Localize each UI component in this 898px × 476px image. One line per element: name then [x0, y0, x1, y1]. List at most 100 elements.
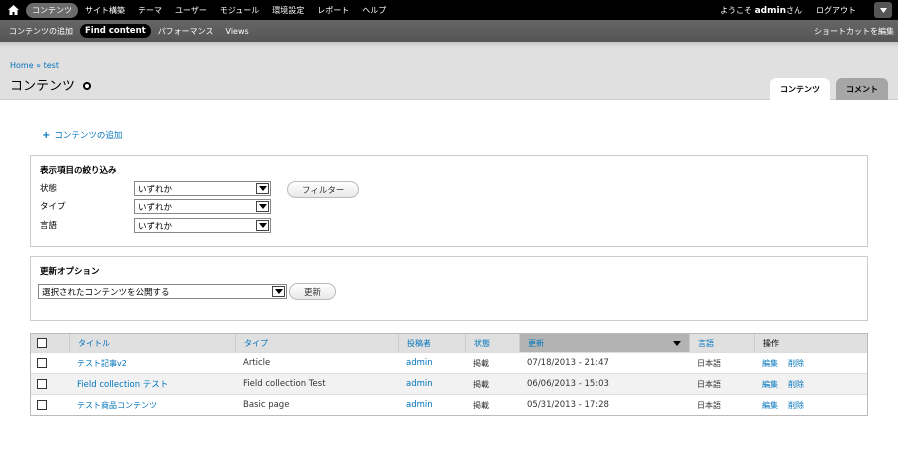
row-delete-link[interactable]: 削除	[788, 400, 804, 411]
update-options-fieldset: 更新オプション 選択されたコンテンツを公開する 更新	[30, 256, 868, 321]
language-label: 言語	[40, 221, 58, 231]
shortcuts-bar: コンテンツの追加 Find content パフォーマンス Views ショート…	[0, 20, 898, 42]
table-row: テスト記事v2 Article admin 掲載 07/18/2013 - 21…	[31, 352, 867, 373]
breadcrumb-home[interactable]: Home	[10, 61, 34, 70]
status-select[interactable]: いずれか	[134, 181, 271, 196]
page-title: コンテンツ	[10, 75, 92, 94]
row-author-link[interactable]: admin	[398, 395, 433, 415]
tab-comments[interactable]: コメント	[836, 78, 888, 100]
home-icon[interactable]	[6, 3, 20, 17]
row-type: Article	[243, 358, 271, 368]
status-select-value: いずれか	[138, 184, 173, 195]
sort-desc-icon	[673, 341, 681, 346]
toolbar-item-appearance[interactable]: テーマ	[132, 3, 168, 18]
row-updated: 07/18/2013 - 21:47	[527, 358, 609, 368]
update-button[interactable]: 更新	[289, 283, 337, 300]
type-select[interactable]: いずれか	[134, 199, 271, 214]
update-action-select[interactable]: 選択されたコンテンツを公開する	[38, 284, 287, 299]
logout-link[interactable]: ログアウト	[816, 5, 856, 16]
row-title-link[interactable]: Field collection テスト	[69, 374, 168, 394]
admin-toolbar: コンテンツ サイト構築 テーマ ユーザー モジュール 環境設定 レポート ヘルプ…	[0, 0, 898, 20]
row-delete-link[interactable]: 削除	[788, 379, 804, 390]
row-operations: 編集 削除	[754, 395, 804, 415]
toolbar-item-config[interactable]: 環境設定	[266, 3, 310, 18]
row-author-link[interactable]: admin	[398, 374, 433, 394]
row-checkbox[interactable]	[37, 379, 47, 389]
toolbar-item-reports[interactable]: レポート	[311, 3, 355, 18]
select-all-checkbox[interactable]	[37, 338, 47, 348]
toolbar-item-content[interactable]: コンテンツ	[26, 2, 78, 18]
row-language: 日本語	[697, 379, 721, 389]
update-action-value: 選択されたコンテンツを公開する	[42, 287, 170, 298]
col-title[interactable]: タイトル	[69, 334, 235, 352]
row-edit-link[interactable]: 編集	[762, 379, 778, 390]
row-language: 日本語	[697, 400, 721, 410]
row-operations: 編集 削除	[754, 353, 804, 373]
welcome-text: ようこそ adminさん	[720, 5, 802, 16]
row-type: Basic page	[243, 400, 290, 410]
row-checkbox[interactable]	[37, 358, 47, 368]
chevron-down-icon	[879, 7, 887, 13]
add-content-link[interactable]: + コンテンツの追加	[42, 129, 123, 142]
col-language[interactable]: 言語	[689, 334, 754, 352]
table-header: タイトル タイプ 投稿者 状態 更新 言語 操作	[31, 334, 867, 352]
row-title-link[interactable]: テスト記事v2	[69, 353, 127, 373]
shortcut-performance[interactable]: パフォーマンス	[153, 24, 219, 39]
content-table: タイトル タイプ 投稿者 状態 更新 言語 操作 テスト記事v2 Article…	[30, 333, 868, 416]
username-link[interactable]: admin	[755, 6, 786, 16]
toolbar-item-help[interactable]: ヘルプ	[356, 3, 392, 18]
select-arrow-icon	[272, 286, 285, 297]
primary-tabs: コンテンツ コメント	[770, 78, 888, 100]
shortcut-find-content[interactable]: Find content	[80, 24, 151, 38]
table-row: Field collection テスト Field collection Te…	[31, 373, 867, 394]
select-arrow-icon	[256, 220, 269, 231]
row-status: 掲載	[473, 358, 489, 368]
edit-shortcuts-link[interactable]: ショートカットを編集	[814, 26, 894, 37]
update-options-title: 更新オプション	[40, 267, 100, 277]
col-type[interactable]: タイプ	[235, 334, 398, 352]
shortcut-views[interactable]: Views	[221, 25, 254, 38]
type-label: タイプ	[40, 202, 66, 212]
toolbar-item-structure[interactable]: サイト構築	[79, 3, 131, 18]
add-content-label: コンテンツの追加	[54, 131, 123, 141]
row-operations: 編集 削除	[754, 374, 804, 394]
page-title-text: コンテンツ	[10, 79, 76, 94]
row-status: 掲載	[473, 379, 489, 389]
page-header: Home » test コンテンツ コンテンツ コメント	[0, 42, 898, 100]
row-checkbox[interactable]	[37, 400, 47, 410]
toolbar-item-people[interactable]: ユーザー	[169, 3, 213, 18]
select-all-cell	[31, 334, 69, 352]
filter-button[interactable]: フィルター	[287, 181, 360, 198]
status-label: 状態	[40, 184, 58, 194]
welcome-suffix: さん	[786, 5, 802, 15]
shortcut-add-content[interactable]: コンテンツの追加	[4, 24, 78, 39]
breadcrumb-test[interactable]: test	[44, 61, 59, 70]
toolbar-item-modules[interactable]: モジュール	[214, 3, 265, 18]
welcome-prefix: ようこそ	[720, 5, 753, 15]
col-updated-label: 更新	[528, 338, 544, 348]
row-edit-link[interactable]: 編集	[762, 358, 778, 369]
toolbar-menu: コンテンツ サイト構築 テーマ ユーザー モジュール 環境設定 レポート ヘルプ	[26, 2, 393, 18]
col-author[interactable]: 投稿者	[398, 334, 465, 352]
col-updated[interactable]: 更新	[519, 334, 689, 352]
plus-icon: +	[42, 129, 51, 141]
row-type: Field collection Test	[243, 379, 326, 389]
toggle-drawer-button[interactable]	[874, 2, 892, 18]
row-author-link[interactable]: admin	[398, 353, 433, 373]
row-updated: 05/31/2013 - 17:28	[527, 400, 609, 410]
tab-content[interactable]: コンテンツ	[770, 78, 830, 100]
add-shortcut-icon[interactable]	[83, 81, 92, 90]
language-select-value: いずれか	[138, 221, 173, 232]
row-title-link[interactable]: テスト商品コンテンツ	[69, 395, 157, 415]
type-select-value: いずれか	[138, 202, 173, 213]
select-arrow-icon	[256, 183, 269, 194]
language-select[interactable]: いずれか	[134, 218, 271, 233]
row-delete-link[interactable]: 削除	[788, 358, 804, 369]
table-row: テスト商品コンテンツ Basic page admin 掲載 05/31/201…	[31, 394, 867, 415]
row-edit-link[interactable]: 編集	[762, 400, 778, 411]
row-status: 掲載	[473, 400, 489, 410]
row-language: 日本語	[697, 358, 721, 368]
breadcrumb-separator: »	[33, 61, 44, 70]
select-arrow-icon	[256, 201, 269, 212]
col-status[interactable]: 状態	[465, 334, 519, 352]
